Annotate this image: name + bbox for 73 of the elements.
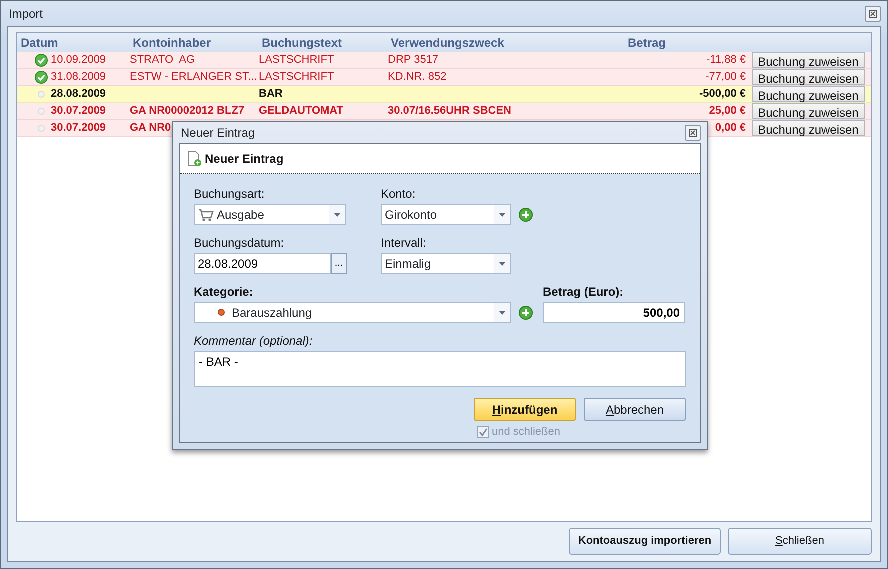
field-label: Intervall: bbox=[381, 235, 428, 251]
table-row[interactable]: 10.09.2009 STRATO AG LASTSCHRIFT DRP 3517 -11,88 € Buchung zuweisen bbox=[17, 52, 871, 69]
amount-cell: -500,00 € bbox=[700, 88, 746, 100]
interval-select[interactable]: Einmalig bbox=[381, 253, 511, 274]
comment-field[interactable]: - BAR - bbox=[194, 351, 686, 387]
dropdown-arrow-icon bbox=[334, 212, 340, 216]
checkbox-label: und schließen bbox=[492, 425, 560, 440]
table-row[interactable]: 30.07.2009 GA NR00002012 BLZ7 GELDAUTOMAT 30.07/16.56UHR SBCEN 25,00 € Buchung zuweisen bbox=[17, 103, 871, 120]
table-row[interactable]: 31.08.2009 ESTW - ERLANGER ST... LASTSCHRIFT KD.NR. 852 -77,00 € Buchung zuweisen bbox=[17, 69, 871, 86]
table-cell: LASTSCHRIFT bbox=[259, 54, 334, 66]
booking-type-select[interactable]: Ausgabe bbox=[194, 204, 346, 225]
field-label: Kategorie: bbox=[194, 284, 254, 300]
window-title: Import bbox=[9, 6, 44, 22]
table-cell: ESTW - ERLANGER ST... bbox=[130, 71, 258, 84]
close-button[interactable] bbox=[685, 124, 701, 140]
date-text: 10.09.2009 bbox=[51, 53, 106, 68]
close-icon bbox=[869, 10, 877, 18]
close-button[interactable] bbox=[865, 6, 881, 22]
table-cell: LASTSCHRIFT bbox=[259, 71, 334, 84]
add-button[interactable]: Hinzufügen bbox=[474, 398, 576, 421]
amount-cell: -77,00 € bbox=[706, 71, 746, 84]
table-cell: 30.07/16.56UHR SBCEN bbox=[388, 105, 512, 118]
field-label: Konto: bbox=[381, 186, 417, 202]
table-cell: DRP 3517 bbox=[388, 54, 439, 66]
bullet-icon bbox=[218, 309, 225, 316]
amount-cell: -11,88 € bbox=[706, 54, 746, 66]
assign-button[interactable]: Buchung zuweisen bbox=[752, 86, 865, 102]
dropdown-arrow-icon bbox=[498, 262, 506, 266]
close-icon bbox=[689, 128, 697, 136]
table-cell: STRATO AG bbox=[130, 54, 195, 66]
cancel-button[interactable]: Abbrechen bbox=[584, 398, 686, 421]
assign-button[interactable]: Buchung zuweisen bbox=[752, 103, 865, 120]
field-label: Buchungsdatum: bbox=[194, 235, 286, 251]
check-icon bbox=[35, 70, 48, 84]
date-text: 30.07.2009 bbox=[51, 104, 106, 119]
dropdown-arrow-icon bbox=[498, 212, 506, 216]
date-picker-button[interactable]: ... bbox=[331, 253, 347, 274]
table-cell: BAR bbox=[259, 88, 283, 100]
table-row[interactable]: 28.08.2009 BAR -500,00 € Buchung zuweisen bbox=[17, 86, 871, 103]
field-label: Kommentar (optional): bbox=[194, 333, 314, 349]
column-header: Datum bbox=[20, 34, 60, 52]
field-label: Buchungsart: bbox=[194, 186, 266, 202]
new-document-icon bbox=[188, 150, 202, 166]
cart-icon bbox=[198, 208, 214, 222]
amount-cell: 25,00 € bbox=[709, 105, 746, 118]
table-cell: GELDAUTOMAT bbox=[259, 105, 344, 118]
account-select[interactable]: Girokonto bbox=[381, 204, 511, 225]
amount-cell: 0,00 € bbox=[715, 122, 746, 134]
date-text: 28.08.2009 bbox=[51, 87, 106, 102]
column-header: Verwendungszweck bbox=[390, 34, 506, 52]
add-icon bbox=[519, 306, 533, 320]
field-label: Betrag (Euro): bbox=[543, 284, 625, 300]
assign-button[interactable]: Buchung zuweisen bbox=[752, 69, 865, 86]
import-button[interactable]: Kontoauszug importieren bbox=[569, 528, 721, 555]
date-field[interactable]: 28.08.2009 bbox=[194, 253, 331, 274]
add-icon bbox=[519, 208, 533, 222]
date-text: 30.07.2009 bbox=[51, 121, 106, 136]
table-cell: GA NR0 bbox=[130, 122, 172, 134]
check-icon bbox=[35, 54, 48, 67]
column-header: Buchungstext bbox=[261, 34, 344, 52]
column-header: Betrag bbox=[627, 34, 668, 52]
amount-field[interactable]: 500,00 bbox=[543, 302, 685, 323]
assign-button[interactable]: Buchung zuweisen bbox=[752, 52, 865, 68]
dialog-heading: Neuer Eintrag bbox=[205, 150, 284, 168]
date-text: 31.08.2009 bbox=[51, 70, 106, 85]
dialog-title: Neuer Eintrag bbox=[181, 124, 256, 142]
table-cell: GA NR00002012 BLZ7 bbox=[130, 105, 245, 118]
column-header: Kontoinhaber bbox=[132, 34, 212, 52]
assign-button[interactable]: Buchung zuweisen bbox=[752, 120, 865, 136]
close-button[interactable]: Schließen bbox=[728, 528, 872, 555]
table-cell: KD.NR. 852 bbox=[388, 71, 447, 84]
category-select[interactable]: Barauszahlung bbox=[194, 302, 511, 323]
dropdown-arrow-icon bbox=[498, 310, 506, 314]
